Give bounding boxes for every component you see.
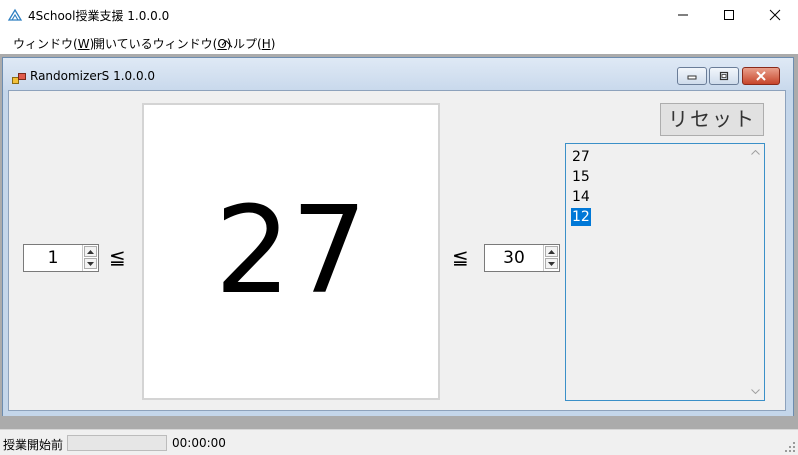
menu-open-windows-label: 開いているウィンドウ( bbox=[93, 37, 218, 51]
result-display: 27 bbox=[142, 103, 440, 400]
app-icon bbox=[7, 7, 23, 23]
timer: 00:00:00 bbox=[172, 436, 226, 450]
history-item-value: 14 bbox=[572, 189, 590, 205]
chevron-down-icon bbox=[548, 261, 555, 266]
history-item[interactable]: 12 bbox=[571, 207, 741, 227]
menu-bar: ウィンドウ(W) 開いているウィンドウ(O) ヘルプ(H) bbox=[0, 30, 798, 54]
menu-window-key: W bbox=[77, 37, 90, 51]
history-item-value: 15 bbox=[572, 169, 590, 185]
child-restore-button[interactable] bbox=[709, 67, 739, 85]
application-window: 4School授業支援 1.0.0.0 ウィンドウ(W) 開いているウィンドウ(… bbox=[0, 0, 798, 455]
minimize-icon bbox=[678, 14, 688, 16]
minimize-button[interactable] bbox=[660, 0, 706, 30]
resize-grip-icon[interactable] bbox=[784, 441, 796, 453]
min-value-stepper[interactable]: 1 bbox=[23, 244, 99, 272]
menu-help-key: H bbox=[261, 37, 271, 51]
randomizer-window: RandomizerS 1.0.0.0 1 ≦ 27 ≦ 30 リセット 27 … bbox=[2, 57, 794, 416]
history-scrollbar[interactable] bbox=[747, 144, 764, 400]
randomizer-client-area: 1 ≦ 27 ≦ 30 リセット 27 15 14 12 bbox=[8, 90, 786, 411]
child-close-button[interactable] bbox=[742, 67, 780, 85]
result-number: 27 bbox=[214, 182, 368, 321]
child-window-title: RandomizerS 1.0.0.0 bbox=[30, 69, 156, 83]
minimize-icon bbox=[687, 75, 697, 80]
menu-window-label: ウィンドウ( bbox=[13, 37, 78, 51]
max-decrement-button[interactable] bbox=[545, 258, 558, 269]
scroll-up-icon[interactable] bbox=[751, 150, 760, 155]
window-icon bbox=[12, 70, 26, 84]
close-icon bbox=[756, 71, 766, 81]
max-value-stepper[interactable]: 30 bbox=[484, 244, 560, 272]
menu-help-label: ヘルプ( bbox=[221, 37, 262, 51]
chevron-down-icon bbox=[87, 261, 94, 266]
min-value[interactable]: 1 bbox=[24, 245, 82, 271]
app-title: 4School授業支援 1.0.0.0 bbox=[28, 9, 170, 23]
chevron-up-icon bbox=[87, 249, 94, 254]
maximize-button[interactable] bbox=[706, 0, 752, 30]
child-title-bar[interactable]: RandomizerS 1.0.0.0 bbox=[3, 58, 793, 90]
child-minimize-button[interactable] bbox=[677, 67, 707, 85]
leq-symbol-right: ≦ bbox=[452, 245, 469, 269]
child-window-bottom-border bbox=[3, 411, 793, 416]
min-increment-button[interactable] bbox=[84, 246, 97, 257]
progress-bar bbox=[67, 435, 167, 451]
mdi-workspace: RandomizerS 1.0.0.0 1 ≦ 27 ≦ 30 リセット 27 … bbox=[0, 54, 798, 429]
history-items: 27 15 14 12 bbox=[571, 147, 741, 227]
chevron-up-icon bbox=[548, 249, 555, 254]
restore-icon bbox=[719, 71, 729, 81]
title-bar: 4School授業支援 1.0.0.0 bbox=[0, 0, 798, 30]
min-decrement-button[interactable] bbox=[84, 258, 97, 269]
history-item[interactable]: 27 bbox=[571, 147, 741, 167]
maximize-icon bbox=[724, 10, 734, 20]
history-item[interactable]: 15 bbox=[571, 167, 741, 187]
status-text: 授業開始前 bbox=[3, 438, 64, 452]
max-value[interactable]: 30 bbox=[485, 245, 543, 271]
scroll-down-icon[interactable] bbox=[751, 389, 760, 394]
status-bar: 授業開始前 00:00:00 bbox=[0, 429, 798, 455]
menu-open-windows[interactable]: 開いているウィンドウ(O) bbox=[93, 35, 231, 52]
close-icon bbox=[769, 9, 781, 21]
min-spin bbox=[82, 245, 98, 271]
history-item-value: 27 bbox=[572, 149, 590, 165]
reset-button[interactable]: リセット bbox=[660, 103, 764, 136]
history-item[interactable]: 14 bbox=[571, 187, 741, 207]
max-increment-button[interactable] bbox=[545, 246, 558, 257]
history-item-value: 12 bbox=[571, 208, 591, 226]
close-button[interactable] bbox=[752, 0, 798, 30]
menu-window[interactable]: ウィンドウ(W) bbox=[13, 35, 94, 52]
history-list[interactable]: 27 15 14 12 bbox=[565, 143, 765, 401]
max-spin bbox=[543, 245, 559, 271]
menu-help[interactable]: ヘルプ(H) bbox=[221, 35, 275, 52]
menu-help-suffix: ) bbox=[270, 37, 276, 51]
leq-symbol-left: ≦ bbox=[109, 245, 126, 269]
